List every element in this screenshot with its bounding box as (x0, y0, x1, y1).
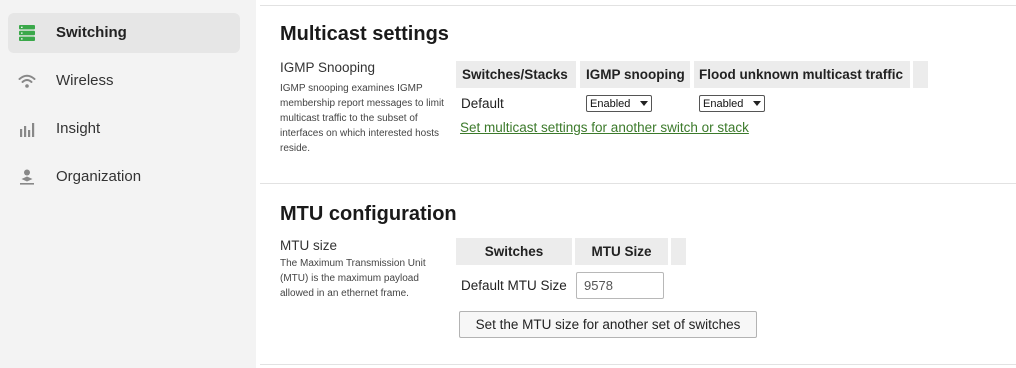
column-header-spacer (671, 238, 686, 265)
igmp-snooping-select-value: Enabled (590, 97, 631, 110)
app-root: Switching Wireless Insight Organization … (0, 0, 1016, 368)
sidebar-item-organization[interactable]: Organization (8, 157, 240, 197)
bar-chart-icon (20, 123, 35, 137)
flood-unknown-select-value: Enabled (703, 97, 744, 110)
divider (260, 364, 1016, 365)
mtu-size-input[interactable]: 9578 (576, 272, 664, 299)
column-header-spacer (913, 61, 928, 88)
igmp-snooping-select[interactable]: Enabled (586, 95, 652, 112)
flood-unknown-select[interactable]: Enabled (699, 95, 765, 112)
mtu-section-title: MTU configuration (280, 203, 457, 225)
sidebar-item-insight[interactable]: Insight (8, 109, 240, 149)
chevron-down-icon (640, 101, 648, 106)
column-header-flood-unknown: Flood unknown multicast traffic (694, 61, 910, 88)
sidebar-item-switching[interactable]: Switching (8, 13, 240, 53)
set-mtu-size-button[interactable]: Set the MTU size for another set of swit… (459, 311, 757, 338)
chevron-down-icon (753, 101, 761, 106)
switching-icon (19, 25, 35, 41)
sidebar-item-label: Wireless (56, 72, 114, 89)
igmp-snooping-label: IGMP Snooping (280, 60, 376, 75)
column-header-igmp-snooping: IGMP snooping (580, 61, 690, 88)
sidebar: Switching Wireless Insight Organization (0, 0, 256, 368)
divider (260, 5, 1016, 6)
sidebar-item-label: Organization (56, 168, 142, 185)
mtu-size-description: The Maximum Transmission Unit (MTU) is t… (280, 258, 426, 299)
column-header-switches-stacks: Switches/Stacks (456, 61, 576, 88)
sidebar-item-label: Insight (56, 120, 101, 137)
igmp-snooping-description: IGMP snooping examines IGMP membership r… (280, 83, 444, 154)
set-multicast-link[interactable]: Set multicast settings for another switc… (460, 120, 749, 135)
mtu-size-label: MTU size (280, 238, 337, 253)
column-header-mtu-size: MTU Size (575, 238, 668, 265)
multicast-section-title: Multicast settings (280, 23, 449, 45)
organization-icon (20, 169, 34, 185)
sidebar-item-label: Switching (56, 24, 127, 41)
sidebar-item-wireless[interactable]: Wireless (8, 61, 240, 101)
divider (260, 183, 1016, 184)
multicast-row-name: Default (461, 96, 504, 111)
main-content: Multicast settings IGMP Snooping IGMP sn… (260, 0, 1016, 368)
wifi-icon (18, 74, 36, 88)
column-header-switches: Switches (456, 238, 572, 265)
mtu-row-label: Default MTU Size (461, 278, 567, 293)
